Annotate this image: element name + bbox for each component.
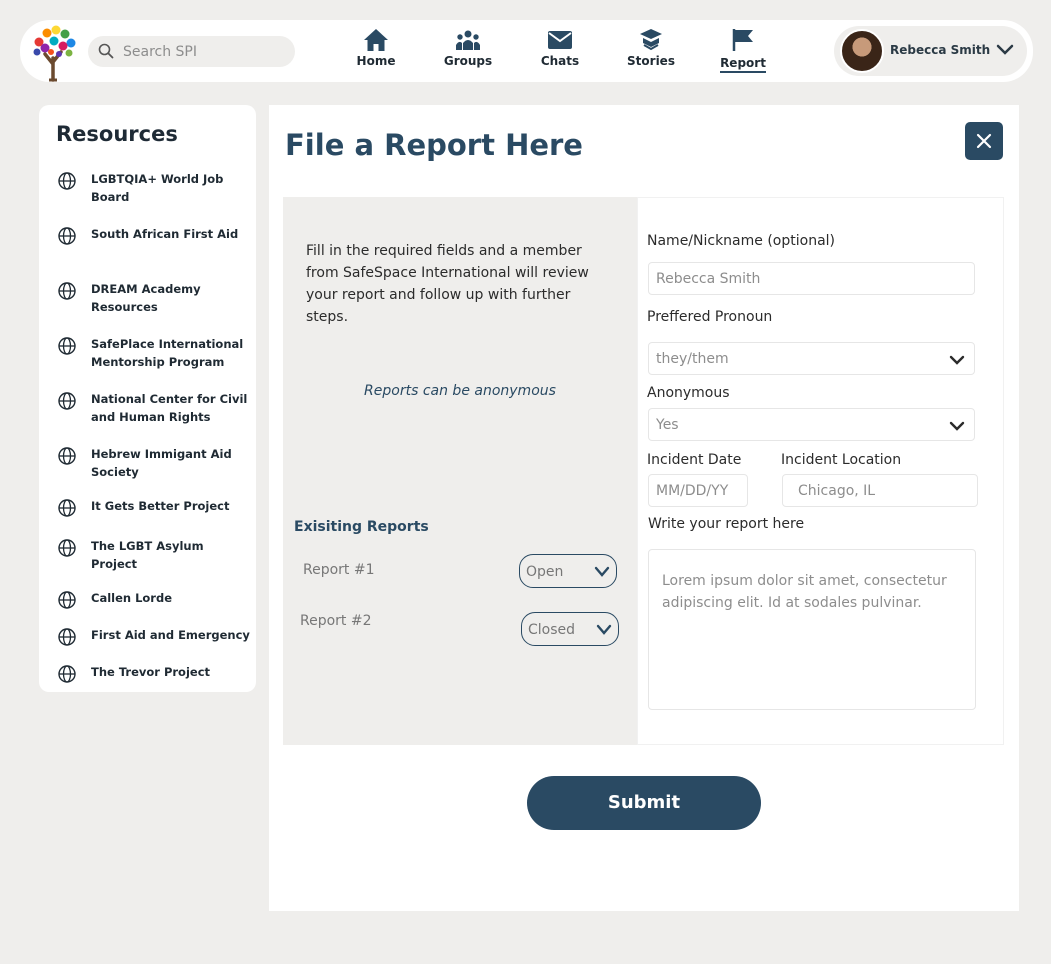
profile-menu[interactable]: Rebecca Smith — [834, 26, 1027, 76]
pronoun-value: they/them — [656, 351, 729, 367]
chevron-down-icon — [594, 566, 610, 577]
globe-icon — [58, 392, 76, 410]
globe-icon — [58, 282, 76, 300]
close-icon — [976, 133, 992, 149]
sidebar-title: Resources — [56, 122, 178, 146]
resource-label: Hebrew Immigant Aid Society — [91, 447, 232, 479]
resource-label: LGBTQIA+ World Job Board — [91, 172, 224, 204]
globe-icon — [58, 337, 76, 355]
user-name: Rebecca Smith — [890, 43, 991, 57]
nav-groups[interactable]: Groups — [433, 28, 503, 78]
incident-location-field[interactable]: Chicago, IL — [782, 474, 978, 507]
incident-date-placeholder: MM/DD/YY — [656, 483, 729, 499]
globe-icon — [58, 539, 76, 557]
report-row: Report #1 Open — [300, 553, 620, 588]
report-textarea[interactable]: Lorem ipsum dolor sit amet, consectetur … — [648, 549, 976, 710]
nav-chats[interactable]: Chats — [525, 28, 595, 78]
existing-reports-title: Exisiting Reports — [294, 519, 429, 535]
resource-label: The LGBT Asylum Project — [91, 539, 204, 571]
nav-report-label: Report — [720, 56, 766, 73]
search-input[interactable]: Search SPI — [88, 36, 295, 67]
globe-icon — [58, 591, 76, 609]
avatar — [840, 29, 884, 73]
report-name: Report #2 — [300, 613, 372, 629]
nav-groups-label: Groups — [443, 54, 493, 68]
resource-label: The Trevor Project — [91, 665, 211, 679]
home-icon — [364, 29, 388, 51]
resource-label: SafePlace International Mentorship Progr… — [91, 337, 244, 369]
chevron-down-icon — [949, 355, 965, 365]
nav-home[interactable]: Home — [341, 28, 411, 78]
top-nav: Search SPI Home Groups Chats Stories Rep… — [20, 20, 1033, 82]
name-label: Name/Nickname (optional) — [647, 233, 836, 249]
report-text-label: Write your report here — [648, 516, 805, 532]
pronoun-label: Preffered Pronoun — [647, 309, 773, 325]
incident-date-field[interactable]: MM/DD/YY — [648, 474, 748, 507]
globe-icon — [58, 447, 76, 465]
name-value: Rebecca Smith — [656, 271, 761, 287]
report-status: Closed — [528, 622, 576, 638]
nav-stories-label: Stories — [627, 54, 675, 68]
globe-icon — [58, 628, 76, 646]
report-status-select[interactable]: Open — [519, 554, 617, 588]
report-form: Fill in the required fields and a member… — [283, 197, 1004, 745]
chevron-down-icon — [596, 624, 612, 635]
search-icon — [98, 43, 114, 59]
resource-label: Callen Lorde — [91, 591, 173, 605]
globe-icon — [58, 665, 76, 683]
incident-date-label: Incident Date — [647, 452, 742, 468]
mail-icon — [548, 31, 572, 49]
incident-location-placeholder: Chicago, IL — [798, 483, 876, 499]
report-placeholder: Lorem ipsum dolor sit amet, consectetur … — [662, 573, 947, 611]
globe-icon — [58, 172, 76, 190]
form-pane: Name/Nickname (optional) Rebecca Smith P… — [637, 197, 1004, 745]
resource-label: South African First Aid — [91, 227, 239, 241]
resource-label: National Center for Civil and Human Righ… — [91, 392, 248, 424]
report-name: Report #1 — [303, 562, 375, 578]
logo-tree-icon[interactable] — [25, 20, 81, 82]
report-status-select[interactable]: Closed — [521, 612, 619, 646]
page-title: File a Report Here — [285, 128, 583, 162]
groups-icon — [456, 30, 480, 50]
nav-home-label: Home — [356, 54, 396, 68]
search-placeholder: Search SPI — [123, 44, 198, 60]
report-status: Open — [526, 564, 564, 580]
report-panel: File a Report Here Fill in the required … — [269, 105, 1019, 911]
chevron-down-icon[interactable] — [996, 43, 1014, 57]
intro-text: Fill in the required fields and a member… — [306, 243, 589, 325]
pronoun-select[interactable]: they/them — [648, 342, 975, 375]
resource-label: First Aid and Emergency — [91, 628, 250, 642]
name-field[interactable]: Rebecca Smith — [648, 262, 975, 295]
anonymous-label: Anonymous — [647, 385, 730, 401]
resource-label: It Gets Better Project — [91, 499, 230, 513]
nav-chats-label: Chats — [540, 54, 580, 68]
globe-icon — [58, 227, 76, 245]
globe-icon — [58, 499, 76, 517]
stories-icon — [640, 29, 662, 51]
info-pane: Fill in the required fields and a member… — [283, 197, 637, 745]
close-button[interactable] — [965, 122, 1003, 160]
flag-icon — [732, 29, 753, 51]
incident-location-label: Incident Location — [781, 452, 902, 468]
resources-sidebar: Resources LGBTQIA+ World Job Board South … — [39, 105, 256, 692]
anonymous-select[interactable]: Yes — [648, 408, 975, 441]
submit-button[interactable]: Submit — [527, 776, 761, 830]
nav-report[interactable]: Report — [708, 28, 778, 78]
chevron-down-icon — [949, 421, 965, 431]
report-row: Report #2 Closed — [300, 607, 620, 646]
anonymous-value: Yes — [656, 417, 679, 433]
resource-label: DREAM Academy Resources — [91, 282, 201, 314]
anonymous-note: Reports can be anonymous — [364, 383, 556, 399]
nav-stories[interactable]: Stories — [616, 28, 686, 78]
